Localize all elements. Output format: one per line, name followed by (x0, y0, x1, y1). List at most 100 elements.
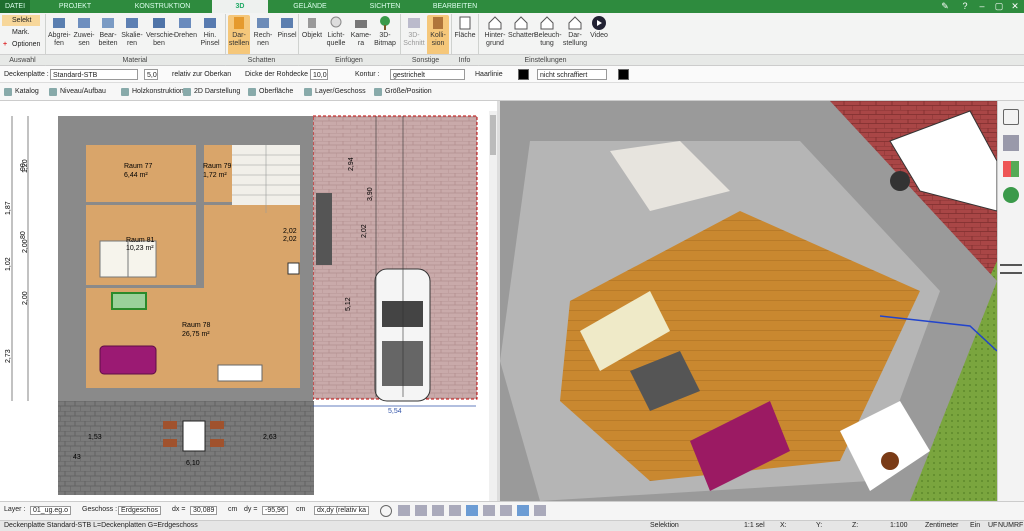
flaeche-button[interactable]: Fläche (454, 15, 476, 40)
rohdecke-field[interactable]: 10,0 (310, 69, 328, 80)
car[interactable] (374, 268, 431, 402)
type-select[interactable]: Standard-STB (50, 69, 138, 80)
stove[interactable] (287, 262, 300, 275)
pinsel-button[interactable]: Pinsel (276, 15, 298, 40)
tab-bearbeiten[interactable]: BEARBEITEN (420, 0, 490, 13)
select-button[interactable]: Selekt (2, 15, 40, 26)
ribbon-tab-bar: DATEI PROJEKT KONSTRUKTION 3D GELÄNDE SI… (0, 0, 1024, 13)
close-icon[interactable]: ✕ (1008, 0, 1022, 13)
hintergrund-button[interactable]: Hinter- grund (482, 15, 508, 48)
hinpinsel-button[interactable]: Hin. Pinsel (199, 15, 221, 48)
darstellung-button[interactable]: Dar- stellung (562, 15, 588, 48)
plant-icon[interactable] (1003, 187, 1019, 203)
help-icon[interactable]: ? (958, 0, 972, 13)
geschoss-select[interactable]: Erdgeschos (118, 506, 161, 515)
chair-catalog-icon[interactable] (1003, 135, 1019, 151)
hatch-select[interactable]: nicht schraffiert (537, 69, 607, 80)
snap-icon-3[interactable] (432, 505, 444, 516)
tab-datei[interactable]: DATEI (0, 0, 30, 13)
snap-icon-2[interactable] (415, 505, 427, 516)
darst2d-button[interactable]: 2D Darstellung (182, 86, 240, 98)
groesse-button[interactable]: Größe/Position (373, 86, 432, 98)
katalog-button[interactable]: Katalog (3, 86, 39, 98)
schatten-button[interactable]: Schatten (508, 15, 536, 40)
camera-icon (355, 20, 367, 28)
line-color-swatch[interactable] (518, 69, 529, 80)
objekt-button[interactable]: Objekt (301, 15, 323, 40)
patio-table[interactable] (182, 420, 206, 452)
video-button[interactable]: Video (588, 15, 610, 40)
oberflaeche-button[interactable]: Oberfläche (247, 86, 293, 98)
bitmap-button[interactable]: 3D- Bitmap (374, 15, 396, 48)
compute-icon (257, 18, 269, 28)
snap-icon-1[interactable] (398, 505, 410, 516)
drehen-button[interactable]: Drehen (174, 15, 197, 40)
layers-icon[interactable] (1003, 109, 1019, 125)
video-label: Video (590, 32, 608, 39)
layer-label: Layer : (4, 506, 26, 513)
tab-sichten[interactable]: SICHTEN (350, 0, 420, 13)
clock-icon[interactable] (380, 505, 392, 517)
pin-icon[interactable]: ✎ (938, 0, 952, 13)
area-icon (459, 16, 471, 30)
tab-gelaende[interactable]: GELÄNDE (270, 0, 350, 13)
holz-button[interactable]: Holzkonstruktion (120, 86, 184, 98)
abgreifen-button[interactable]: Abgrei- fen (48, 15, 71, 48)
snap-icon-5[interactable] (466, 505, 478, 516)
verschieben-button[interactable]: Verschie- ben (146, 15, 175, 48)
rechnen-button[interactable]: Rech- nen (252, 15, 274, 48)
zuweisen-button[interactable]: Zuwei- sen (73, 15, 95, 48)
plan-scrollbar[interactable] (490, 115, 496, 155)
tree-icon (380, 16, 390, 30)
armchair[interactable] (111, 292, 147, 310)
group-sonstige: Sonstige (411, 57, 440, 64)
snap-icon-4[interactable] (449, 505, 461, 516)
mark-button[interactable]: Mark. (2, 27, 40, 38)
room-81-label: Raum 81 (126, 237, 155, 244)
status-uf: UF (988, 522, 998, 529)
tab-3d[interactable]: 3D (212, 0, 268, 13)
tab-projekt[interactable]: PROJEKT (40, 0, 110, 13)
coord-mode-select[interactable]: dx,dy (relativ ka (314, 506, 370, 515)
status-selection: 1:1 sel (744, 522, 765, 529)
tab-konstruktion[interactable]: KONSTRUKTION (115, 0, 210, 13)
snap-icon-7[interactable] (500, 505, 512, 516)
layer-select[interactable]: 01_ug.eg.o (30, 506, 72, 515)
lichtquelle-button[interactable]: Licht- quelle (325, 15, 347, 48)
kitchen-counter[interactable] (217, 364, 263, 382)
linestyle-select[interactable]: gestrichelt (390, 69, 465, 80)
bearbeiten-button[interactable]: Bear- beiten (97, 15, 119, 48)
material-icon[interactable] (1003, 161, 1019, 177)
dx-input[interactable]: 30,089 (190, 506, 218, 515)
snap-icon-8[interactable] (517, 505, 529, 516)
darstellen-button[interactable]: Dar- stellen (228, 15, 250, 55)
maximize-icon[interactable]: ▢ (992, 0, 1006, 13)
group-einstellungen: Einstellungen (524, 57, 567, 64)
skalieren-button[interactable]: Skalie- ren (121, 15, 143, 48)
dy-label: dy = (244, 506, 258, 513)
relativ-label: relativ zur Oberkan (172, 71, 232, 78)
ribbon-group-labels: Auswahl Material Schatten Einfügen Sonst… (0, 54, 1024, 65)
3d-view[interactable] (500, 101, 997, 501)
beleuchtung-button[interactable]: Beleuch- tung (534, 15, 562, 48)
panel-toggle-icon[interactable] (1000, 264, 1022, 274)
paintbrush-icon (281, 18, 293, 28)
sofa[interactable] (99, 345, 157, 375)
thickness-field[interactable]: 5,0 (144, 69, 158, 80)
minimize-icon[interactable]: – (975, 0, 989, 13)
hallway (204, 205, 300, 265)
kollision-label: Kolli- sion (430, 32, 446, 47)
thickness-value: 5,0 (147, 72, 157, 79)
snap-icon-9[interactable] (534, 505, 546, 516)
dy-input[interactable]: -95,96 (262, 506, 288, 515)
options-button[interactable]: + Optionen (2, 39, 46, 50)
snap-icon-6[interactable] (483, 505, 495, 516)
kollision-button[interactable]: Kolli- sion (427, 15, 449, 55)
niveau-button[interactable]: Niveau/Aufbau (48, 86, 106, 98)
kamera-button[interactable]: Kame- ra (350, 15, 372, 48)
hatch-color-swatch[interactable] (618, 69, 629, 80)
floor-plan-view[interactable]: Raum 77 6,44 m² Raum 79 1,72 m² Raum 81 … (0, 101, 497, 501)
layer-button[interactable]: Layer/Geschoss (303, 86, 366, 98)
status-bar: Deckenplatte Standard-STB L=Deckenplatte… (0, 520, 1024, 531)
schnitt-button[interactable]: 3D- Schnitt (403, 15, 425, 48)
